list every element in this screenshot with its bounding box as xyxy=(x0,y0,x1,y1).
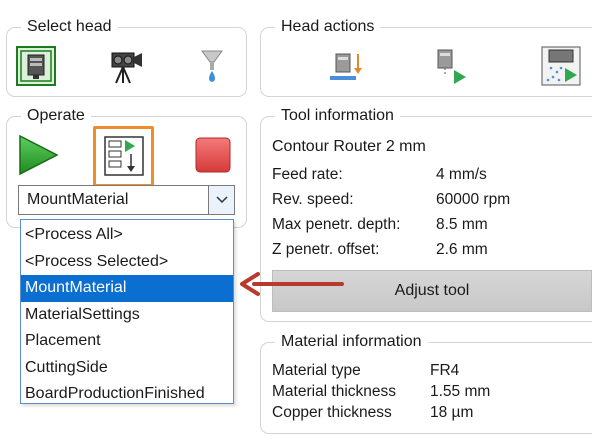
tool-info-value: 8.5 mm xyxy=(436,216,488,233)
material-information-title: Material information xyxy=(275,333,428,351)
tool-info-value: 60000 rpm xyxy=(436,191,511,208)
dropdown-option[interactable]: <Process Selected> xyxy=(21,249,233,276)
process-step-button[interactable] xyxy=(104,136,144,176)
move-head-icon xyxy=(437,49,466,84)
dropdown-option-selected[interactable]: MountMaterial xyxy=(21,275,233,302)
combobox-dropdown-button[interactable] xyxy=(208,186,234,214)
tool-info-value: 2.6 mm xyxy=(436,241,488,258)
annotation-arrow-icon xyxy=(240,272,344,296)
process-step-dropdown-list: <Process All> <Process Selected> MountMa… xyxy=(20,219,234,404)
dropdown-option[interactable]: <Process All> xyxy=(21,222,233,249)
head-actions-title: Head actions xyxy=(275,18,381,36)
stop-icon xyxy=(195,137,231,173)
move-head-button[interactable] xyxy=(432,46,472,86)
select-head-title: Select head xyxy=(21,18,118,36)
process-step-combobox[interactable]: MountMaterial xyxy=(18,185,235,215)
dropdown-option[interactable]: MaterialSettings xyxy=(21,302,233,329)
tool-information-title: Tool information xyxy=(275,107,400,125)
material-info-label: Material type xyxy=(272,362,361,379)
dropdown-option[interactable]: Placement xyxy=(21,328,233,355)
milling-head-icon xyxy=(16,46,56,86)
process-step-icon xyxy=(104,136,144,176)
operate-title: Operate xyxy=(21,107,91,125)
tool-info-label: Max penetr. depth: xyxy=(272,216,401,233)
material-info-value: 18 µm xyxy=(430,404,474,421)
camera-head-icon xyxy=(111,52,142,84)
material-info-value: FR4 xyxy=(430,362,460,379)
dropdown-option[interactable]: CuttingSide xyxy=(21,355,233,382)
tool-info-value: 4 mm/s xyxy=(436,166,487,183)
material-info-label: Copper thickness xyxy=(272,404,392,421)
dispenser-head-icon xyxy=(201,50,223,82)
material-info-label: Material thickness xyxy=(272,383,397,400)
dropdown-option[interactable]: BoardProductionFinished xyxy=(21,381,233,408)
tool-name: Contour Router 2 mm xyxy=(272,138,426,155)
camera-head-button[interactable] xyxy=(106,46,146,86)
start-play-icon xyxy=(19,134,59,176)
tool-info-label: Feed rate: xyxy=(272,166,343,183)
lower-head-button[interactable] xyxy=(326,46,366,86)
combobox-selected-value: MountMaterial xyxy=(27,191,129,208)
dispenser-head-button[interactable] xyxy=(192,46,232,86)
start-button[interactable] xyxy=(16,133,60,177)
head-clean-button[interactable] xyxy=(541,46,581,86)
head-clean-icon xyxy=(541,46,581,86)
tool-info-label: Rev. speed: xyxy=(272,191,354,208)
stop-button[interactable] xyxy=(194,136,232,174)
chevron-down-icon xyxy=(215,196,228,204)
tool-info-label: Z penetr. offset: xyxy=(272,241,380,258)
material-info-value: 1.55 mm xyxy=(430,383,491,400)
milling-head-button[interactable] xyxy=(16,46,56,86)
lower-head-icon xyxy=(330,53,362,80)
